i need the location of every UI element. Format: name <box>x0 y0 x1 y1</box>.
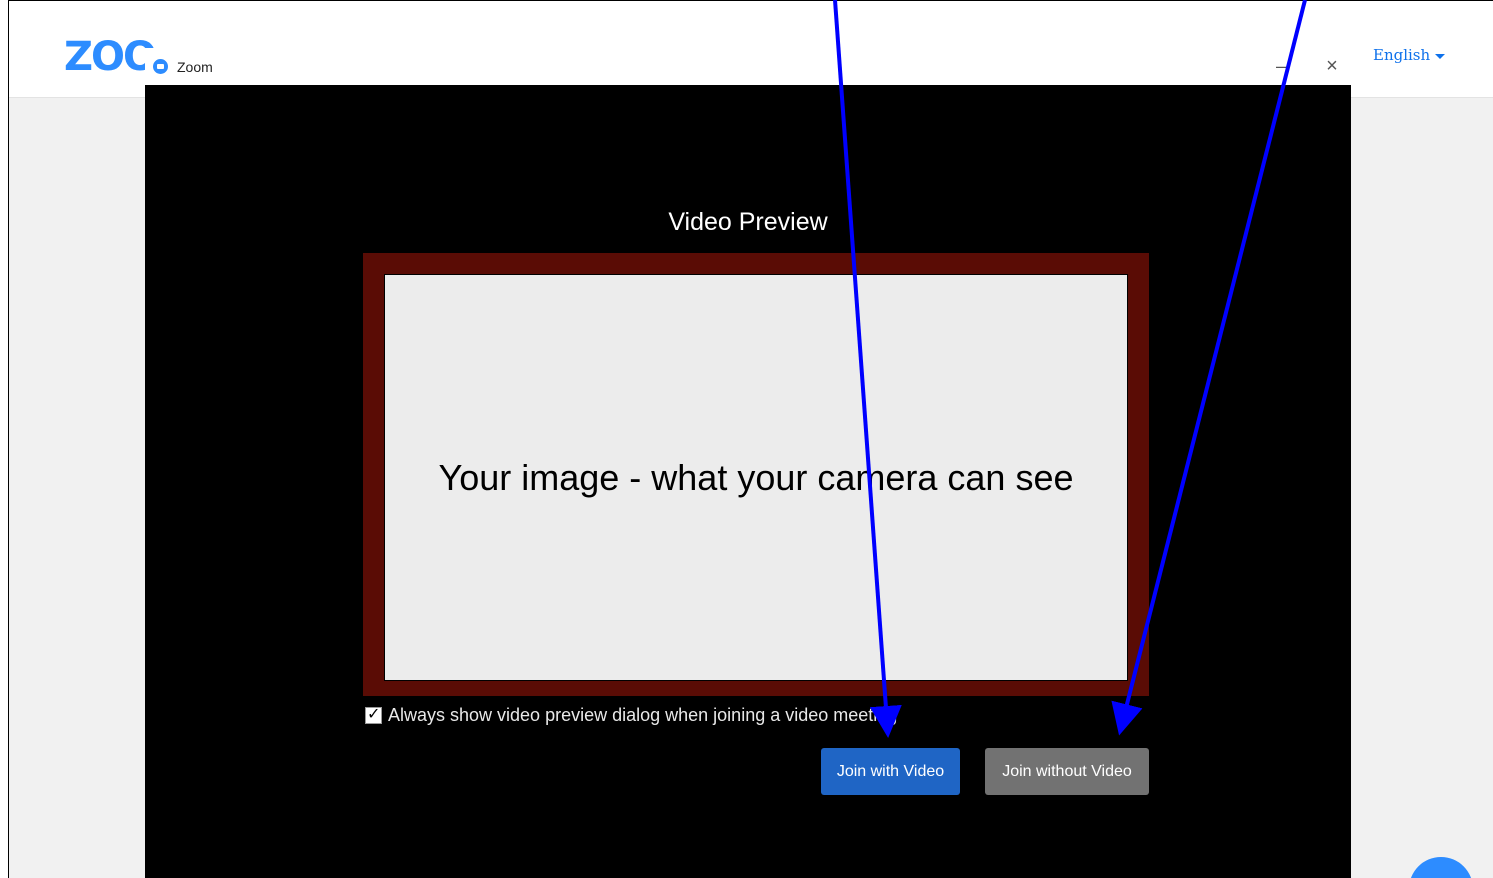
always-show-preview-checkbox[interactable]: ✓ <box>365 706 382 724</box>
video-preview-frame: Your image - what your camera can see <box>363 253 1149 696</box>
language-selector[interactable]: English <box>1373 46 1446 64</box>
minimize-button[interactable]: – <box>1270 57 1292 75</box>
help-bubble-button[interactable] <box>1409 857 1473 878</box>
camera-preview-text: Your image - what your camera can see <box>438 456 1074 498</box>
join-with-video-button[interactable]: Join with Video <box>821 748 960 795</box>
video-preview-heading: Video Preview <box>668 208 828 236</box>
close-button[interactable]: × <box>1321 55 1343 77</box>
always-show-preview-option[interactable]: ✓ Always show video preview dialog when … <box>365 705 897 726</box>
zoom-logo: ZOO <box>64 34 157 80</box>
chevron-down-icon <box>1435 53 1446 59</box>
zoom-app-icon <box>153 59 168 74</box>
language-label: English <box>1373 46 1431 64</box>
join-without-video-button[interactable]: Join without Video <box>985 748 1149 795</box>
camera-preview-area: Your image - what your camera can see <box>384 274 1128 681</box>
checkmark-icon: ✓ <box>367 706 381 723</box>
zoom-window: Zoom – × Video Preview Your image - what… <box>145 48 1351 878</box>
window-titlebar: Zoom – × <box>145 48 1351 85</box>
window-title: Zoom <box>177 59 213 75</box>
always-show-preview-label: Always show video preview dialog when jo… <box>388 705 898 725</box>
